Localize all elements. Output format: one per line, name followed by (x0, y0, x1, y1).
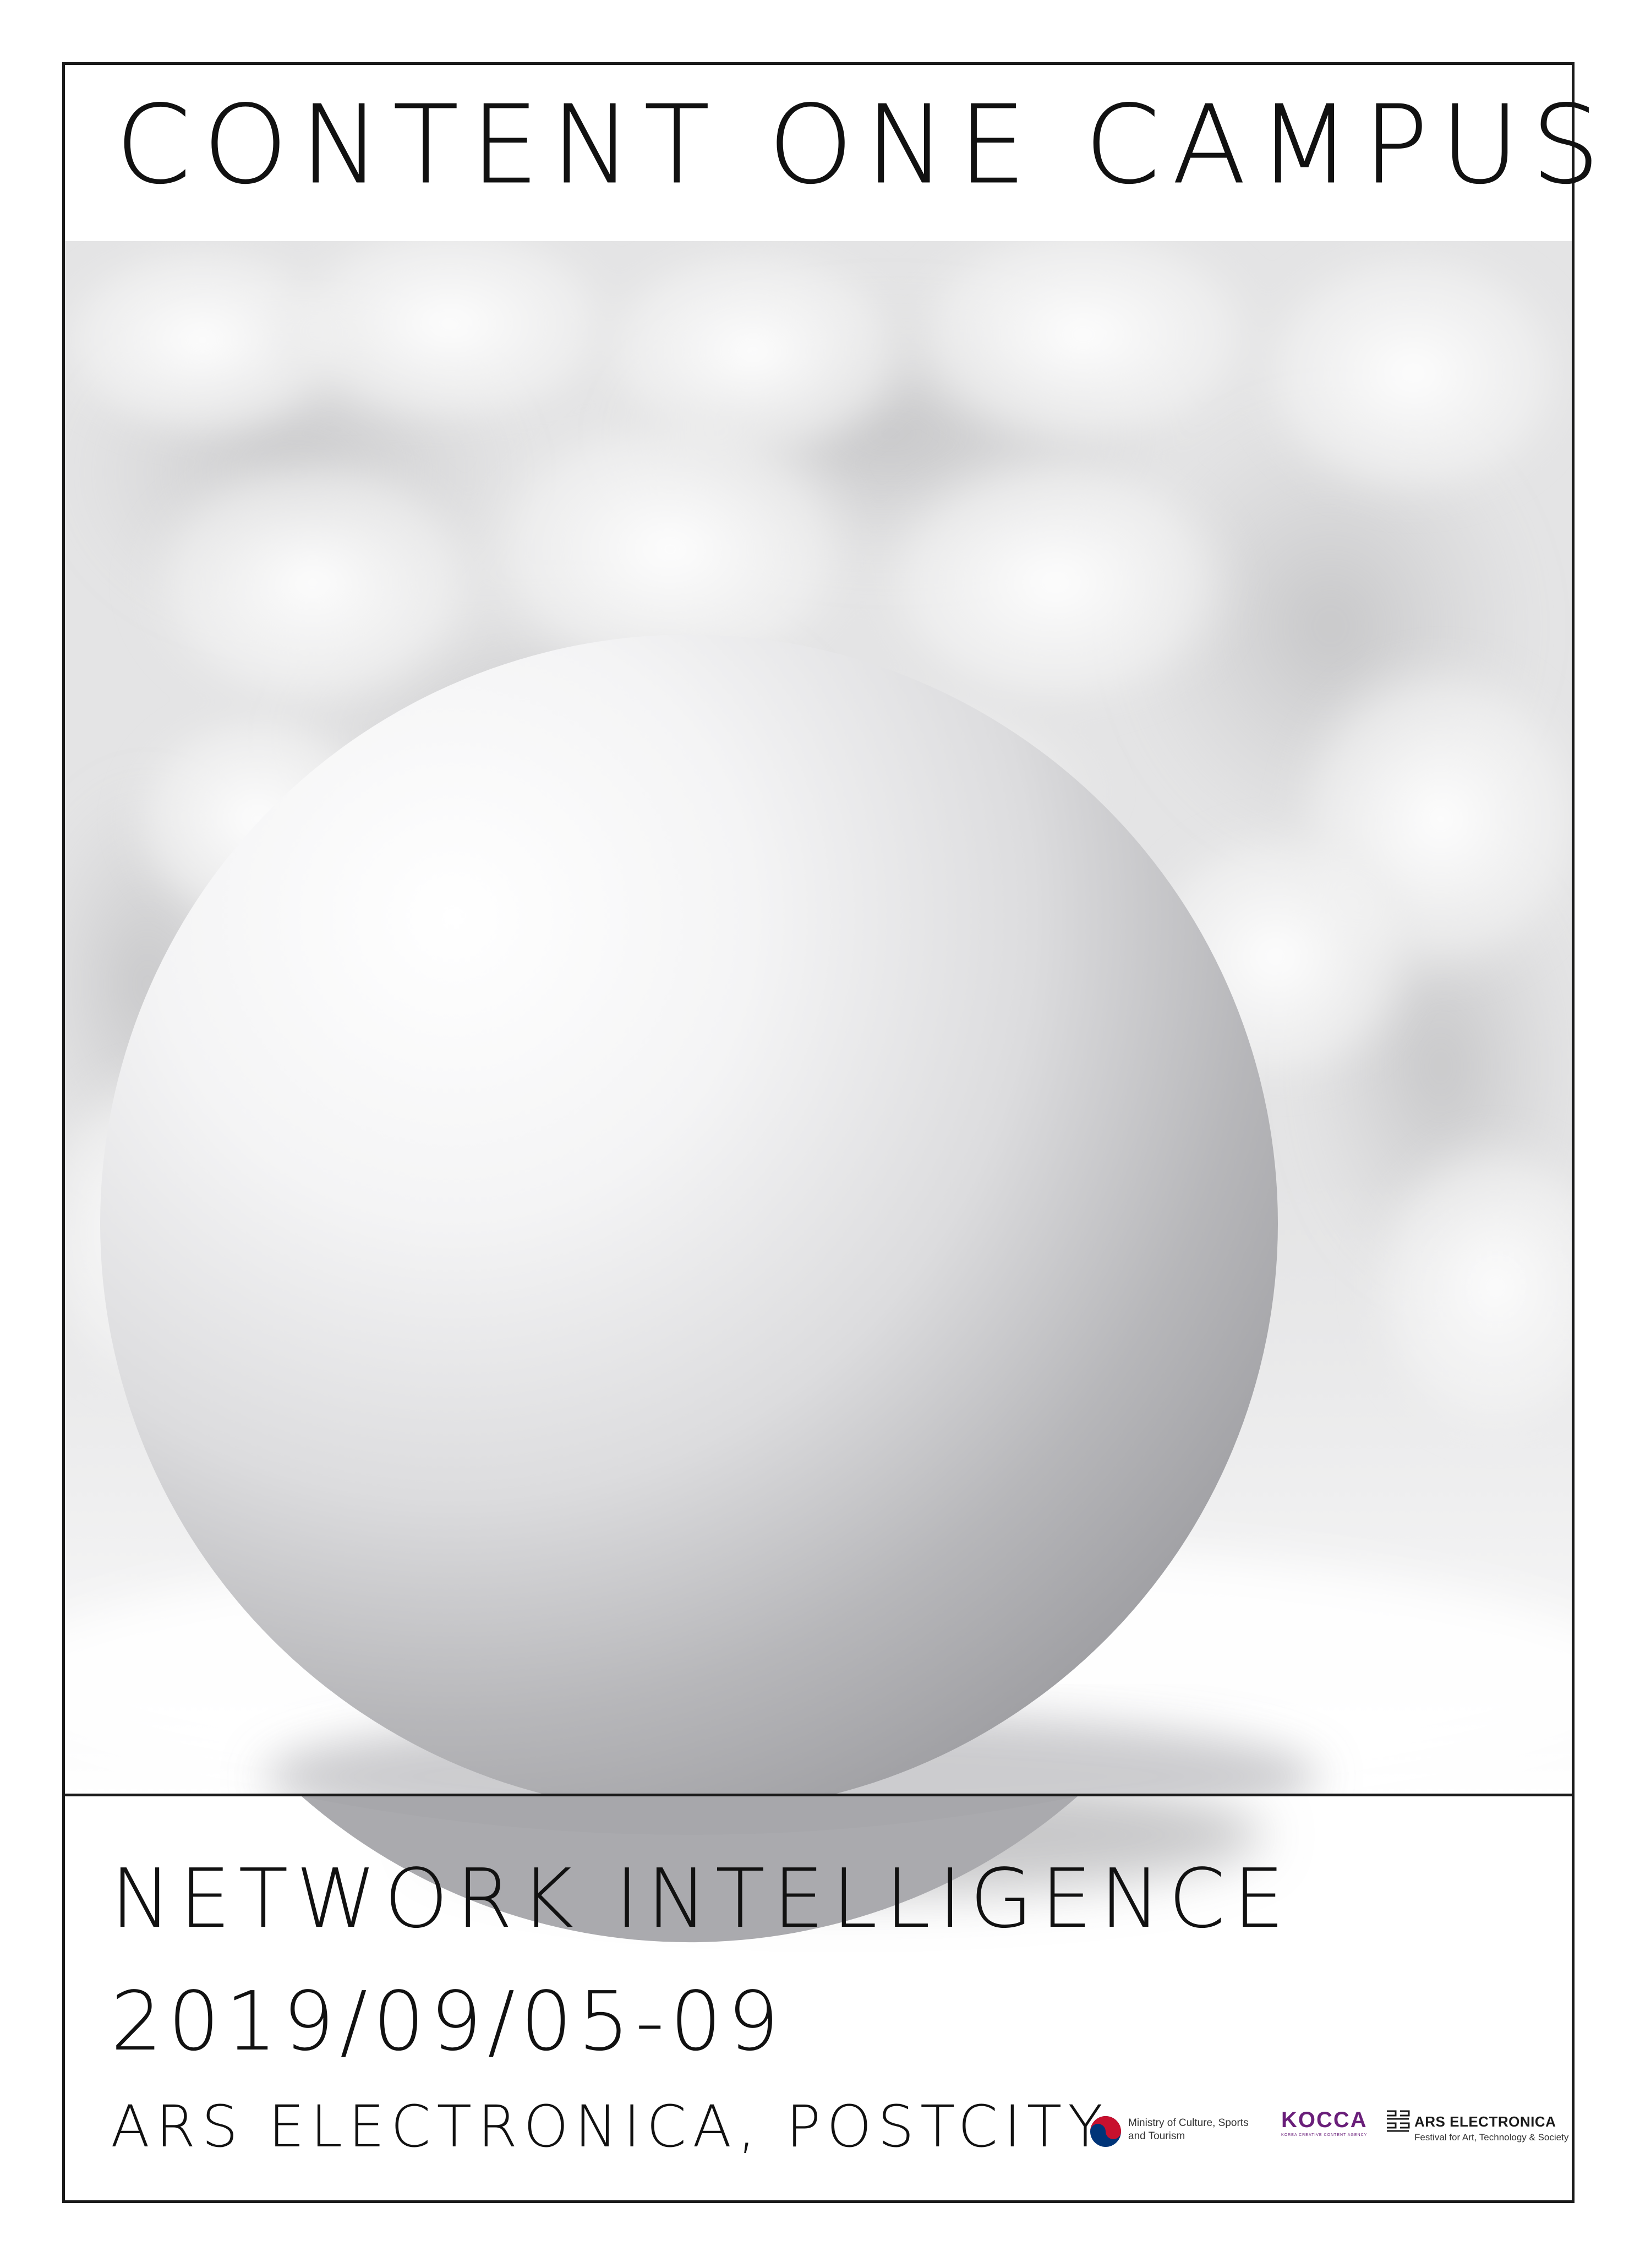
kocca-wordmark: KOCCA (1281, 2108, 1368, 2132)
taegeuk-icon (1090, 2116, 1121, 2147)
ars-wordmark: ARS ELECTRONICA (1414, 2113, 1556, 2130)
poster-frame: CONTENT ONE CAMPUS NETWORK INTELLIGENCE … (62, 62, 1600, 2203)
ministry-name: Ministry of Culture, Sports and Tourism (1128, 2117, 1271, 2143)
sphere (100, 635, 1278, 1794)
kocca-logo: KOCCA KOREA CREATIVE CONTENT AGENCY (1281, 2109, 1375, 2153)
cloud-sphere-image (65, 241, 1572, 1796)
headline: NETWORK INTELLIGENCE (111, 1851, 1292, 1946)
ars-tagline: Festival for Art, Technology & Society (1414, 2132, 1569, 2143)
ars-electronica-logo: ARS ELECTRONICA Festival for Art, Techno… (1386, 2109, 1568, 2153)
cloud-sphere-illustration (65, 241, 1572, 1794)
kocca-tagline: KOREA CREATIVE CONTENT AGENCY (1281, 2133, 1368, 2137)
event-venue: ARS ELECTRONICA, POSTCITY (111, 2093, 1109, 2160)
ministry-logo: Ministry of Culture, Sports and Tourism (1089, 2110, 1270, 2154)
ministry-line-1: Ministry of Culture, Sports (1128, 2117, 1249, 2129)
title-band: CONTENT ONE CAMPUS (65, 65, 1600, 244)
info-band: NETWORK INTELLIGENCE 2019/09/05-09 ARS E… (65, 1796, 1572, 2203)
sponsor-logos: Ministry of Culture, Sports and Tourism … (1089, 2105, 1568, 2160)
ars-electronica-mark-icon (1387, 2110, 1410, 2132)
ministry-line-2: and Tourism (1128, 2130, 1185, 2142)
event-dates: 2019/09/05-09 (111, 1974, 785, 2069)
poster-title: CONTENT ONE CAMPUS (115, 83, 1612, 208)
